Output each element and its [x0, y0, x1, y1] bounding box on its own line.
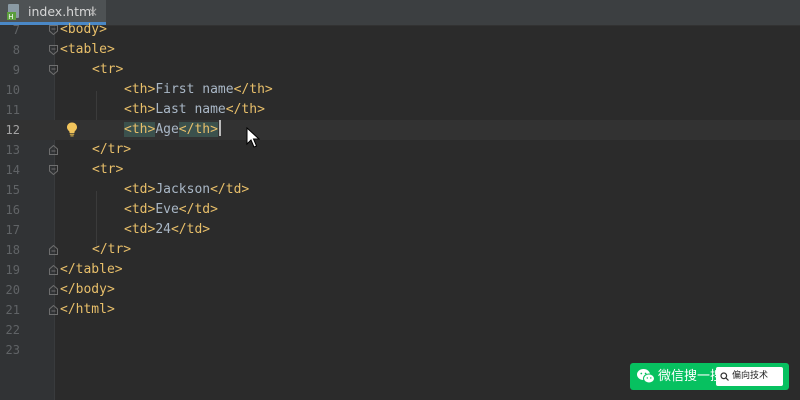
code-text: <td>Jackson</td>: [124, 180, 249, 200]
code-line[interactable]: 15 <td>Jackson</td>: [0, 180, 800, 200]
html-tag-token: <table>: [60, 42, 115, 57]
line-number: 23: [5, 343, 20, 357]
line-number: 13: [5, 143, 20, 157]
text-token: First name: [155, 82, 234, 97]
line-number: 8: [12, 43, 20, 57]
html-tag-token: <body>: [60, 22, 107, 37]
code-text: <body>: [60, 20, 107, 40]
line-number: 15: [5, 183, 20, 197]
code-line[interactable]: 8 <table>: [0, 40, 800, 60]
svg-text:H: H: [8, 13, 13, 20]
fold-end-icon[interactable]: [49, 245, 58, 255]
code-line[interactable]: 19 </table>: [0, 260, 800, 280]
code-editor[interactable]: 7 <body> 8 <table> 9 <tr> 10 <th>First name</th…: [0, 22, 800, 400]
code-line[interactable]: 7 <body>: [0, 20, 800, 40]
code-text: <td>24</td>: [124, 220, 210, 240]
line-number: 10: [5, 83, 20, 97]
line-number: 21: [5, 303, 20, 317]
fold-end-icon[interactable]: [49, 265, 58, 275]
html-tag-token: </td>: [210, 182, 250, 197]
text-token: Jackson: [155, 182, 211, 197]
code-text: </html>: [60, 300, 115, 320]
line-number: 7: [12, 23, 20, 37]
line-number: 9: [12, 63, 20, 77]
code-text: <th>Last name</th>: [124, 100, 265, 120]
code-text: </tr>: [92, 140, 131, 160]
code-line[interactable]: 17 <td>24</td>: [0, 220, 800, 240]
line-number: 12: [5, 123, 20, 137]
code-text: </body>: [60, 280, 115, 300]
code-line[interactable]: 9 <tr>: [0, 60, 800, 80]
line-number: 18: [5, 243, 20, 257]
code-line[interactable]: 20 </body>: [0, 280, 800, 300]
html-tag-token: <tr>: [92, 162, 124, 177]
html-tag-token: <th>: [124, 122, 156, 137]
mouse-pointer-icon: [246, 127, 260, 148]
code-line[interactable]: 22: [0, 320, 800, 340]
code-text: <tr>: [92, 160, 123, 180]
line-number: 20: [5, 283, 20, 297]
code-line[interactable]: 12 <th>Age</th>: [0, 120, 800, 140]
fold-end-icon[interactable]: [49, 305, 58, 315]
text-caret: [218, 120, 221, 136]
html-file-icon: H: [7, 4, 19, 20]
html-tag-token: </th>: [233, 82, 273, 97]
code-line[interactable]: 16 <td>Eve</td>: [0, 200, 800, 220]
code-line[interactable]: 13 </tr>: [0, 140, 800, 160]
code-line[interactable]: 11 <th>Last name</th>: [0, 100, 800, 120]
html-tag-token: <td>: [124, 182, 156, 197]
code-text: </tr>: [92, 240, 131, 260]
html-tag-token: </th>: [225, 102, 265, 117]
line-number: 17: [5, 223, 20, 237]
text-token: Last name: [155, 102, 226, 117]
html-tag-token: </tr>: [92, 142, 132, 157]
code-line[interactable]: 14 <tr>: [0, 160, 800, 180]
html-tag-token: </td>: [178, 202, 218, 217]
code-line[interactable]: 21 </html>: [0, 300, 800, 320]
html-tag-token: </body>: [60, 282, 115, 297]
wechat-icon: [637, 369, 655, 384]
code-text: </table>: [60, 260, 123, 280]
html-tag-token: <td>: [124, 222, 156, 237]
fold-end-icon[interactable]: [49, 285, 58, 295]
line-number: 22: [5, 323, 20, 337]
code-text: <th>First name</th>: [124, 80, 273, 100]
html-tag-token: <td>: [124, 202, 156, 217]
code-text: <td>Eve</td>: [124, 200, 218, 220]
line-number: 11: [5, 103, 20, 117]
html-tag-token: </tr>: [92, 242, 132, 257]
code-text: <table>: [60, 40, 115, 60]
line-number: 14: [5, 163, 20, 177]
html-tag-token: <tr>: [92, 62, 124, 77]
text-token: Age: [155, 122, 179, 137]
line-number: 16: [5, 203, 20, 217]
html-tag-token: </html>: [60, 302, 115, 317]
html-tag-token: <th>: [124, 102, 156, 117]
fold-open-icon[interactable]: [49, 45, 58, 55]
fold-end-icon[interactable]: [49, 145, 58, 155]
line-number: 19: [5, 263, 20, 277]
wechat-search-box: 偏向技术: [716, 367, 783, 386]
close-icon[interactable]: ×: [88, 3, 98, 21]
wechat-search-badge: 微信搜一搜 偏向技术: [630, 363, 789, 390]
html-tag-token: </td>: [170, 222, 211, 237]
fold-open-icon[interactable]: [49, 65, 58, 75]
code-line[interactable]: 18 </tr>: [0, 240, 800, 260]
html-tag-token: </table>: [60, 262, 123, 277]
lightbulb-icon[interactable]: [66, 122, 78, 137]
code-text: <th>Age</th>: [124, 120, 221, 140]
code-text: <tr>: [92, 60, 123, 80]
code-line[interactable]: 23: [0, 340, 800, 360]
code-line[interactable]: 10 <th>First name</th>: [0, 80, 800, 100]
wechat-search-text: 偏向技术: [732, 371, 769, 381]
fold-open-icon[interactable]: [49, 165, 58, 175]
html-tag-token: </th>: [178, 122, 218, 137]
tab-label: index.html: [28, 4, 95, 19]
search-icon: [720, 372, 729, 381]
html-tag-token: <th>: [124, 82, 156, 97]
wechat-search-label: 微信搜一搜: [658, 369, 724, 384]
text-token: 24: [155, 222, 171, 237]
fold-open-icon[interactable]: [49, 25, 58, 35]
text-token: Eve: [155, 202, 179, 217]
